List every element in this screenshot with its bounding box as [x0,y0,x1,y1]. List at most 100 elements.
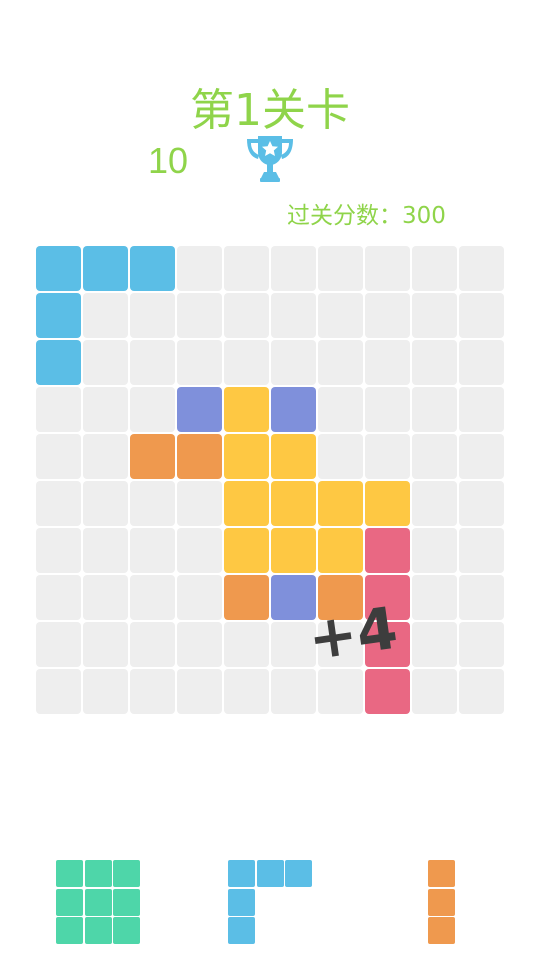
board-cell-empty[interactable] [177,622,222,667]
board-cell-empty[interactable] [130,293,175,338]
board-cell-yellow[interactable] [224,434,269,479]
board-cell-blue[interactable] [36,293,81,338]
board-cell-empty[interactable] [412,622,457,667]
board-cell-empty[interactable] [83,340,128,385]
board-cell-empty[interactable] [83,434,128,479]
board-cell-empty[interactable] [318,669,363,714]
board-cell-empty[interactable] [224,340,269,385]
board-cell-yellow[interactable] [224,528,269,573]
board-cell-empty[interactable] [130,481,175,526]
board-cell-empty[interactable] [83,669,128,714]
board-cell-empty[interactable] [224,293,269,338]
board-cell-blue[interactable] [36,340,81,385]
board-cell-empty[interactable] [36,387,81,432]
board-cell-empty[interactable] [412,387,457,432]
board-cell-yellow[interactable] [365,481,410,526]
board-cell-empty[interactable] [412,293,457,338]
piece-block [84,860,112,887]
board-cell-empty[interactable] [83,387,128,432]
board-cell-empty[interactable] [36,622,81,667]
board-cell-empty[interactable] [318,293,363,338]
board-cell-yellow[interactable] [318,481,363,526]
piece-block [84,888,112,916]
board-cell-empty[interactable] [177,481,222,526]
piece-block [113,917,140,944]
board-cell-empty[interactable] [130,622,175,667]
board-cell-empty[interactable] [459,293,504,338]
board-cell-blue[interactable] [83,246,128,291]
board-cell-orange[interactable] [224,575,269,620]
board-cell-empty[interactable] [412,434,457,479]
board-cell-empty[interactable] [459,481,504,526]
board-cell-purple[interactable] [177,387,222,432]
piece-block [113,860,140,887]
board-cell-empty[interactable] [318,340,363,385]
board-cell-purple[interactable] [271,387,316,432]
board-cell-empty[interactable] [83,622,128,667]
board-cell-empty[interactable] [412,528,457,573]
board-cell-empty[interactable] [130,387,175,432]
board-cell-empty[interactable] [130,340,175,385]
board-cell-empty[interactable] [412,340,457,385]
board-cell-empty[interactable] [177,528,222,573]
board-cell-empty[interactable] [36,434,81,479]
board-cell-empty[interactable] [459,669,504,714]
board-cell-empty[interactable] [365,246,410,291]
board-cell-empty[interactable] [365,340,410,385]
board-cell-empty[interactable] [459,575,504,620]
board-cell-empty[interactable] [412,575,457,620]
board-cell-empty[interactable] [36,528,81,573]
board-cell-empty[interactable] [130,669,175,714]
board-cell-yellow[interactable] [271,481,316,526]
board-cell-yellow[interactable] [271,434,316,479]
board-cell-empty[interactable] [83,528,128,573]
board-cell-pink[interactable] [365,528,410,573]
board-cell-empty[interactable] [130,528,175,573]
board-cell-yellow[interactable] [224,387,269,432]
piece-block [113,888,140,916]
board-cell-empty[interactable] [83,481,128,526]
board-cell-pink[interactable] [365,669,410,714]
board-cell-yellow[interactable] [271,528,316,573]
board-cell-empty[interactable] [412,246,457,291]
board-cell-empty[interactable] [365,434,410,479]
board-cell-empty[interactable] [412,481,457,526]
board-cell-empty[interactable] [459,528,504,573]
board-cell-empty[interactable] [365,293,410,338]
board-cell-empty[interactable] [130,575,175,620]
board-cell-empty[interactable] [177,340,222,385]
board-cell-empty[interactable] [318,387,363,432]
board-cell-orange[interactable] [177,434,222,479]
board-cell-empty[interactable] [459,434,504,479]
board-cell-empty[interactable] [459,622,504,667]
board-cell-empty[interactable] [224,622,269,667]
board-cell-blue[interactable] [130,246,175,291]
board-cell-empty[interactable] [36,575,81,620]
board-cell-empty[interactable] [224,669,269,714]
board-cell-orange[interactable] [130,434,175,479]
board-cell-empty[interactable] [365,387,410,432]
board-cell-empty[interactable] [459,387,504,432]
board-cell-empty[interactable] [459,246,504,291]
board-cell-empty[interactable] [271,246,316,291]
board-cell-empty[interactable] [459,340,504,385]
board-cell-empty[interactable] [36,481,81,526]
board-cell-empty[interactable] [36,669,81,714]
board-cell-empty[interactable] [83,575,128,620]
board-cell-empty[interactable] [318,434,363,479]
board-cell-yellow[interactable] [318,528,363,573]
board-cell-blue[interactable] [36,246,81,291]
board-cell-empty[interactable] [177,293,222,338]
board-cell-empty[interactable] [177,575,222,620]
board-cell-yellow[interactable] [224,481,269,526]
board-cell-empty[interactable] [224,246,269,291]
board-cell-empty[interactable] [83,293,128,338]
board-cell-empty[interactable] [271,669,316,714]
board-cell-empty[interactable] [177,246,222,291]
game-board[interactable] [0,0,540,960]
board-cell-empty[interactable] [177,669,222,714]
board-cell-empty[interactable] [318,246,363,291]
board-cell-empty[interactable] [271,340,316,385]
board-cell-empty[interactable] [412,669,457,714]
board-cell-empty[interactable] [271,293,316,338]
